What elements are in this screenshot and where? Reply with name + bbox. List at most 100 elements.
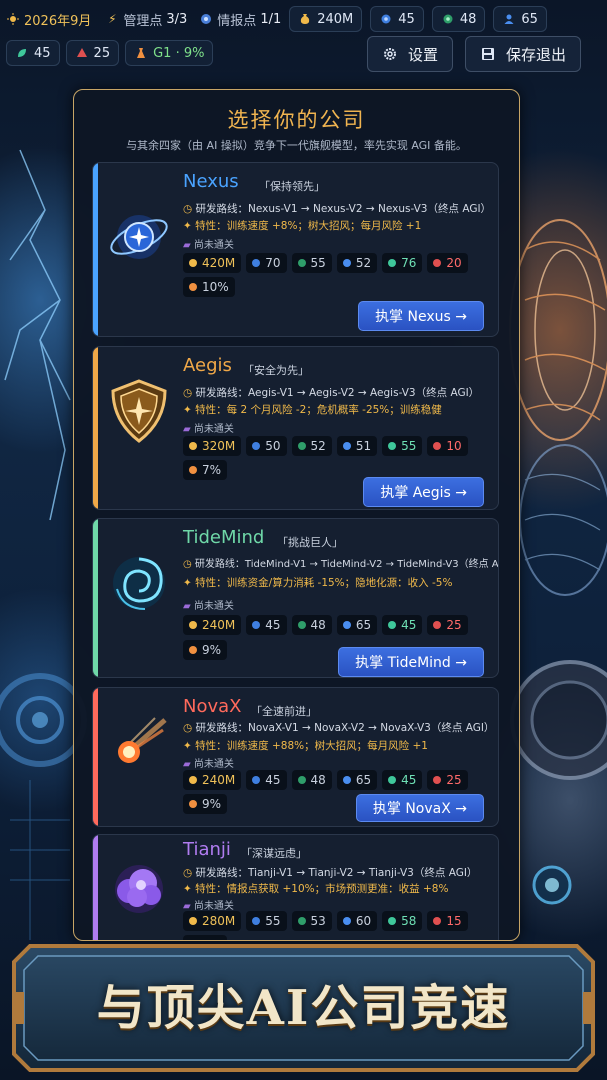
company-stats-row: 280M 55 53 60 58 15	[183, 911, 468, 931]
stat-compute: 45	[246, 770, 287, 790]
status-bar: 2026年9月 ⚡ 管理点 3/3 情报点 1/1 240M 45 48 65	[0, 0, 607, 38]
company-progress-row: 9%	[183, 794, 228, 814]
company-stats-row: 240M 45 48 65 45 25	[183, 615, 468, 635]
admin-points: ⚡ 管理点 3/3	[105, 10, 187, 29]
status-bar-row2: 45 25 G1 · 9%	[6, 40, 214, 66]
clock-icon: ◷	[183, 203, 193, 215]
research-route: ◷ 研发路线：Aegis-V1 → Aegis-V2 → Aegis-V3（终点…	[183, 387, 480, 399]
company-tagline: 「保持领先」	[259, 180, 325, 193]
clock-icon: ◷	[183, 559, 192, 570]
stat-funds: 320M	[183, 436, 242, 456]
stat-talent: 65	[336, 770, 378, 790]
sparkle-icon: ✦	[183, 740, 192, 752]
company-tagline: 「挑战巨人」	[277, 536, 343, 549]
company-card-novax[interactable]: NovaX 「全速前进」 ◷ 研发路线：NovaX-V1 → NovaX-V2 …	[92, 687, 499, 827]
leaf-icon	[15, 46, 29, 60]
funds-badge: 240M	[289, 6, 363, 32]
chip-icon	[379, 12, 393, 26]
flag-icon: ▰	[183, 601, 191, 612]
promo-banner-text: 与顶尖AI公司竞速	[96, 980, 511, 1036]
lightning-icon: ⚡	[108, 12, 117, 26]
stat-progress: 7%	[183, 460, 228, 480]
stat-reputation: 45	[382, 615, 423, 635]
select-nexus-button[interactable]: 执掌 Nexus →	[358, 301, 484, 331]
reputation-badge: 45	[6, 40, 60, 66]
gear-icon	[382, 46, 398, 62]
company-progress-row: 9%	[183, 640, 228, 660]
select-novax-button[interactable]: 执掌 NovaX →	[355, 794, 484, 822]
stat-funds: 240M	[183, 770, 242, 790]
clear-status: ▰ 尚未通关	[183, 759, 234, 770]
money-bag-icon	[298, 12, 312, 26]
company-card-tianji[interactable]: Tianji 「深谋远虑」 ◷ 研发路线：Tianji-V1 → Tianji-…	[92, 834, 499, 940]
stat-data: 55	[291, 253, 332, 273]
company-name: Aegis	[183, 355, 232, 376]
company-name: NovaX	[183, 696, 242, 717]
research-route: ◷ 研发路线：Tianji-V1 → Tianji-V2 → Tianji-V3…	[183, 867, 478, 879]
company-progress-row: 7%	[183, 460, 228, 480]
card-accent-stripe	[93, 688, 98, 826]
clock-icon: ◷	[183, 867, 193, 879]
stat-talent: 65	[336, 615, 378, 635]
stat-funds: 280M	[183, 911, 242, 931]
novax-comet-icon	[105, 710, 173, 778]
company-card-tidemind[interactable]: TideMind 「挑战巨人」 ◷ 研发路线：TideMind-V1 → Tid…	[92, 518, 499, 678]
sparkle-icon: ✦	[183, 220, 192, 232]
company-card-nexus[interactable]: Nexus 「保持领先」 ◷ 研发路线：Nexus-V1 → Nexus-V2 …	[92, 162, 499, 337]
stat-data: 53	[291, 911, 332, 931]
company-select-modal: 选择你的公司 与其余四家（由 AI 操拟）竞争下一代旗舰模型，率先实现 AGI …	[73, 89, 520, 941]
company-stats-row: 320M 50 52 51 55 10	[183, 436, 468, 456]
company-card-aegis[interactable]: Aegis 「安全为先」 ◷ 研发路线：Aegis-V1 → Aegis-V2 …	[92, 346, 499, 510]
sun-icon	[6, 12, 20, 26]
stat-compute: 55	[246, 911, 287, 931]
select-tidemind-button[interactable]: 执掌 TideMind →	[338, 647, 484, 677]
sparkle-icon: ✦	[183, 577, 192, 589]
stat-compute: 70	[246, 253, 287, 273]
company-progress-row: 10%	[183, 277, 235, 297]
stat-reputation: 55	[382, 436, 423, 456]
compute-badge: 45	[370, 6, 424, 32]
stat-talent: 52	[336, 253, 378, 273]
stat-reputation: 58	[382, 911, 423, 931]
stat-progress: 9%	[183, 640, 228, 660]
company-trait: ✦ 特性：训练资金/算力消耗 -15%；隐地化源：收入 -5%	[183, 577, 453, 589]
stat-compute: 45	[246, 615, 287, 635]
company-stats-row: 420M 70 55 52 76 20	[183, 253, 468, 273]
settings-button[interactable]: 设置	[367, 36, 454, 72]
warning-icon	[75, 46, 89, 60]
stat-risk: 15	[427, 911, 468, 931]
company-trait: ✦ 特性：训练速度 +88%；树大招风；每月风险 +1	[183, 740, 428, 752]
company-trait: ✦ 特性：每 2 个月风险 -2；危机概率 -25%；训练稳健	[183, 404, 442, 416]
clear-status: ▰ 尚未通关	[183, 601, 234, 612]
select-aegis-button[interactable]: 执掌 Aegis →	[363, 477, 484, 507]
card-accent-stripe	[93, 835, 98, 940]
clock-icon: ◷	[183, 387, 193, 399]
save-exit-button[interactable]: 保存退出	[465, 36, 582, 72]
company-trait: ✦ 特性：训练速度 +8%；树大招风；每月风险 +1	[183, 220, 422, 232]
sparkle-icon: ✦	[183, 404, 192, 416]
stat-progress: 7%	[183, 935, 228, 940]
stat-progress: 9%	[183, 794, 228, 814]
intel-points: 情报点 1/1	[199, 10, 281, 29]
clock-icon: ◷	[183, 722, 193, 734]
date-display: 2026年9月	[6, 10, 91, 29]
talent-badge: 65	[493, 6, 547, 32]
card-accent-stripe	[93, 163, 98, 336]
stat-data: 48	[291, 770, 332, 790]
stat-data: 52	[291, 436, 332, 456]
company-name: TideMind	[183, 527, 265, 548]
modal-subtitle: 与其余四家（由 AI 操拟）竞争下一代旗舰模型，率先实现 AGI 备能。	[126, 139, 467, 152]
clear-status: ▰ 尚未通关	[183, 424, 234, 435]
flask-icon	[134, 46, 148, 60]
stat-data: 48	[291, 615, 332, 635]
company-tagline: 「全速前进」	[251, 705, 317, 718]
flag-icon: ▰	[183, 759, 191, 770]
stat-talent: 51	[336, 436, 378, 456]
tianji-cloud-icon	[105, 853, 173, 921]
card-accent-stripe	[93, 347, 98, 509]
model-badge: G1 · 9%	[125, 40, 214, 66]
research-route: ◷ 研发路线：Nexus-V1 → Nexus-V2 → Nexus-V3（终点…	[183, 203, 492, 215]
flag-icon: ▰	[183, 240, 191, 251]
stat-funds: 240M	[183, 615, 242, 635]
company-name: Nexus	[183, 171, 239, 192]
